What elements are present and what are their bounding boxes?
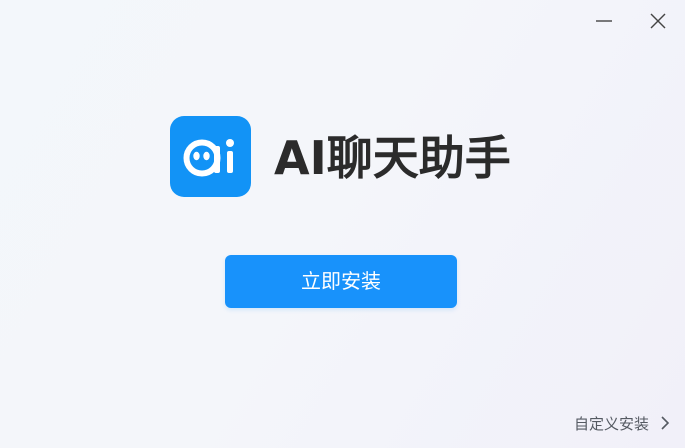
close-icon — [650, 13, 666, 29]
custom-install-link[interactable]: 自定义安装 — [574, 413, 670, 435]
minimize-icon — [596, 20, 612, 22]
chevron-right-icon — [661, 416, 669, 430]
app-logo — [170, 116, 251, 197]
app-title: AI聊天助手 — [274, 131, 511, 185]
minimize-button[interactable] — [589, 6, 619, 36]
custom-install-label: 自定义安装 — [574, 415, 650, 433]
installer-window: AI聊天助手 立即安装 自定义安装 — [0, 0, 685, 448]
close-button[interactable] — [643, 6, 673, 36]
install-now-button[interactable]: 立即安装 — [225, 255, 457, 308]
ai-chat-logo-icon — [183, 139, 234, 177]
